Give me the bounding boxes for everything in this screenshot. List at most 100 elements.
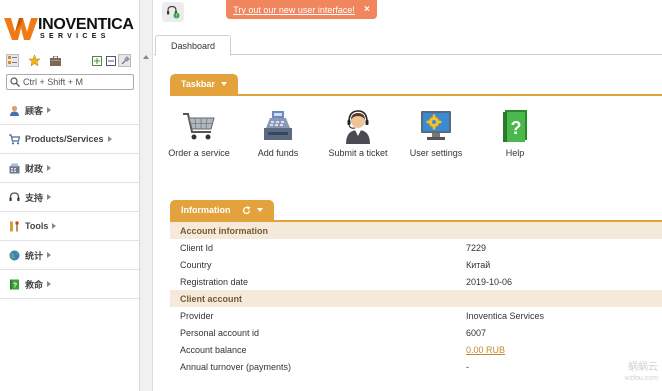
chevron-down-icon[interactable]: [256, 208, 263, 212]
pin-icon[interactable]: [118, 54, 131, 67]
close-icon[interactable]: ×: [364, 4, 370, 15]
help-book-icon: ?: [10, 279, 19, 289]
menu-label: Tools: [25, 221, 49, 231]
taskbar-panel-header[interactable]: Taskbar: [170, 74, 238, 94]
task-label: Help: [505, 148, 525, 158]
account-information-heading: Account information: [180, 225, 268, 236]
row-value: Китай: [466, 259, 491, 270]
tree-view-icon[interactable]: [6, 54, 19, 67]
menu-label: 统计: [25, 250, 44, 261]
menu-item-tools[interactable]: Tools: [0, 212, 139, 241]
row-key: Provider: [180, 310, 214, 321]
svg-text:?: ?: [511, 118, 522, 138]
chevron-right-icon: [47, 194, 52, 200]
table-row: Country Китай: [170, 256, 662, 273]
task-order-service[interactable]: Order a service: [164, 108, 234, 159]
top-bar: ! Try out our new user interface! ×: [154, 0, 662, 22]
task-label: Submit a ticket: [328, 148, 388, 158]
user-icon: [10, 105, 19, 116]
tab-label: Dashboard: [170, 40, 216, 51]
finance-icon: [9, 163, 20, 173]
menu-item-finance[interactable]: 财政: [0, 154, 139, 183]
chevron-right-icon: [47, 281, 52, 287]
globe-icon: [9, 250, 20, 260]
panel-title: Information: [181, 205, 231, 215]
notifications-button[interactable]: !: [162, 2, 184, 22]
collapse-sidebar-icon[interactable]: [143, 55, 149, 59]
menu-label: Products/Services: [25, 134, 104, 144]
task-user-settings[interactable]: User settings: [401, 108, 471, 159]
shopping-cart-icon: [183, 113, 215, 140]
headset-icon: [9, 191, 20, 201]
row-value: 7229: [466, 242, 487, 253]
sidebar: INOVENTICA SERVICES 顾客: [0, 0, 140, 391]
menu-item-support[interactable]: 支持: [0, 183, 139, 212]
sidebar-toolbar: [6, 54, 134, 68]
chevron-down-icon[interactable]: [220, 82, 227, 86]
briefcase-icon[interactable]: [49, 54, 62, 67]
task-label: Order a service: [168, 148, 230, 158]
search-input[interactable]: [23, 76, 131, 88]
row-key: Client Id: [180, 242, 214, 253]
chevron-right-icon: [52, 223, 57, 229]
taskbar-panel-divider: [170, 94, 662, 96]
row-value: 6007: [466, 327, 487, 338]
tab-strip: Dashboard: [154, 35, 662, 56]
section-header: Account information: [170, 222, 662, 239]
table-row: Account balance 0.00 RUB: [170, 341, 662, 358]
row-key: Personal account id: [180, 327, 260, 338]
chevron-right-icon: [47, 107, 52, 113]
headset-notification-icon: !: [167, 5, 180, 19]
menu-item-products-services[interactable]: Products/Services: [0, 125, 139, 154]
table-row: Client Id 7229: [170, 239, 662, 256]
task-add-funds[interactable]: Add funds: [243, 108, 313, 159]
svg-text:!: !: [176, 13, 177, 19]
refresh-icon[interactable]: [242, 205, 251, 215]
table-row: Annual turnover (payments) -: [170, 358, 662, 375]
menu-item-help[interactable]: ? 救命: [0, 270, 139, 299]
menu-item-customers[interactable]: 顾客: [0, 96, 139, 125]
client-account-heading: Client account: [180, 293, 243, 304]
watermark-url: wzfou.com: [624, 375, 658, 382]
menu-item-statistics[interactable]: 统计: [0, 241, 139, 270]
search-icon: [10, 77, 20, 87]
support-agent-icon: [346, 110, 370, 144]
row-key: Country: [180, 259, 212, 270]
chevron-right-icon: [47, 252, 52, 258]
menu-label: 救命: [25, 279, 44, 290]
watermark-line: 蜗蜗云: [628, 362, 658, 373]
expand-all-icon[interactable]: [90, 54, 103, 67]
row-value: Inoventica Services: [466, 310, 545, 321]
try-new-ui-link[interactable]: Try out our new user interface!: [233, 5, 355, 15]
task-submit-ticket[interactable]: Submit a ticket: [323, 108, 393, 159]
brand-name: INOVENTICA: [38, 16, 134, 33]
row-key: Registration date: [180, 276, 249, 287]
collapse-all-icon[interactable]: [104, 54, 117, 67]
company-logo[interactable]: INOVENTICA SERVICES: [4, 14, 138, 42]
tab-dashboard[interactable]: Dashboard: [155, 35, 231, 56]
favorites-star-icon[interactable]: [28, 54, 41, 67]
information-panel-header[interactable]: Information: [170, 200, 274, 220]
row-value: 0.00 RUB: [466, 341, 662, 358]
row-value: 2019-10-06: [466, 276, 513, 287]
brand-tagline: SERVICES: [40, 33, 110, 40]
logo-w-mark: [4, 18, 38, 40]
monitor-gear-icon: [421, 111, 451, 140]
tools-icon: [10, 221, 19, 231]
task-label: User settings: [409, 148, 463, 158]
menu-label: 支持: [25, 192, 44, 203]
task-label: Add funds: [257, 148, 299, 158]
task-help[interactable]: ? Help: [480, 108, 550, 159]
table-row: Provider Inoventica Services: [170, 307, 662, 324]
new-ui-banner: Try out our new user interface! ×: [226, 0, 377, 19]
chevron-right-icon: [107, 136, 112, 142]
taskbar: Order a service Add funds Submit a ticke…: [168, 104, 662, 184]
sidebar-search: [6, 74, 134, 90]
row-key: Account balance: [180, 344, 247, 355]
sidebar-splitter[interactable]: [140, 0, 153, 391]
menu-label: 财政: [25, 163, 44, 174]
watermark: 蜗蜗云 wzfou.com: [625, 362, 658, 384]
cart-icon: [9, 133, 20, 144]
account-balance-link[interactable]: 0.00 RUB: [466, 345, 505, 355]
panel-title: Taskbar: [181, 79, 215, 89]
